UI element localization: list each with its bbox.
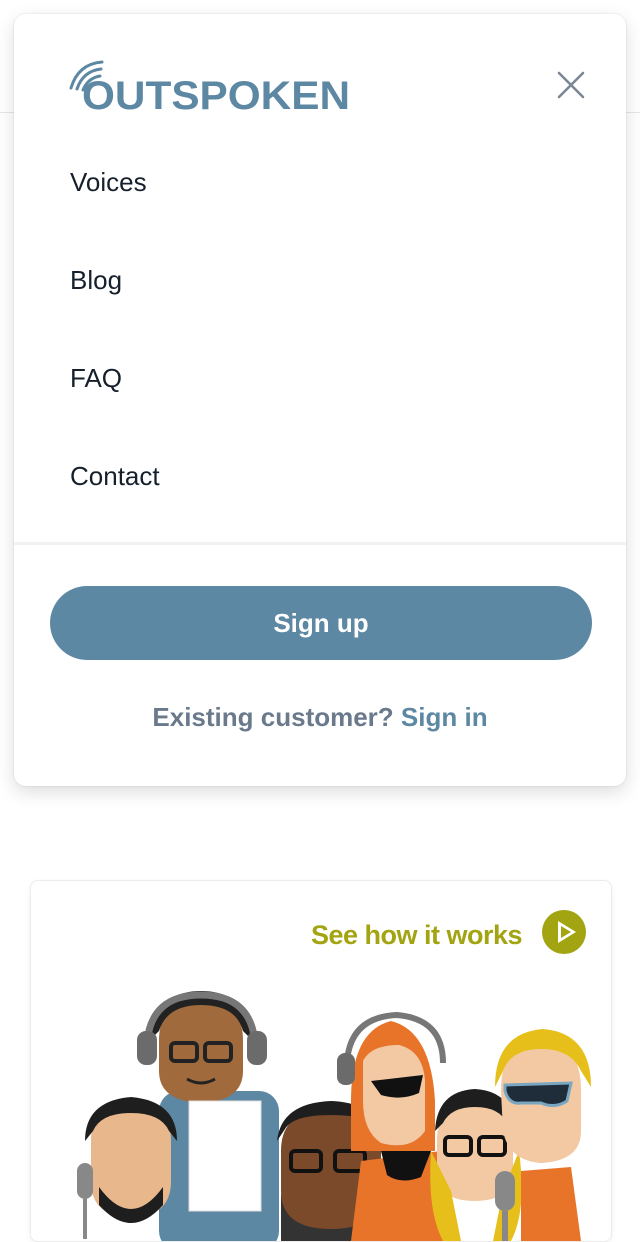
outspoken-logo[interactable]: OUTSPOKEN	[68, 56, 356, 116]
play-icon[interactable]	[541, 909, 587, 955]
close-icon[interactable]	[554, 68, 588, 102]
nav-item-contact[interactable]: Contact	[14, 442, 626, 540]
nav-item-blog[interactable]: Blog	[14, 246, 626, 344]
existing-customer-text: Existing customer?	[152, 702, 394, 732]
menu-divider	[14, 542, 626, 545]
sign-in-row: Existing customer? Sign in	[14, 702, 626, 733]
sign-in-link[interactable]: Sign in	[401, 702, 488, 732]
mobile-menu-panel: OUTSPOKEN Voices Blog FAQ Contact Sign u…	[14, 14, 626, 786]
main-nav: Voices Blog FAQ Contact	[14, 148, 626, 540]
see-how-it-works-link[interactable]: See how it works	[311, 913, 547, 957]
sign-up-button[interactable]: Sign up	[50, 586, 592, 660]
how-it-works-card: See how it works	[30, 880, 612, 1242]
voice-actors-illustration	[77, 991, 591, 1241]
nav-item-voices[interactable]: Voices	[14, 148, 626, 246]
nav-item-faq[interactable]: FAQ	[14, 344, 626, 442]
svg-text:OUTSPOKEN: OUTSPOKEN	[82, 74, 350, 116]
